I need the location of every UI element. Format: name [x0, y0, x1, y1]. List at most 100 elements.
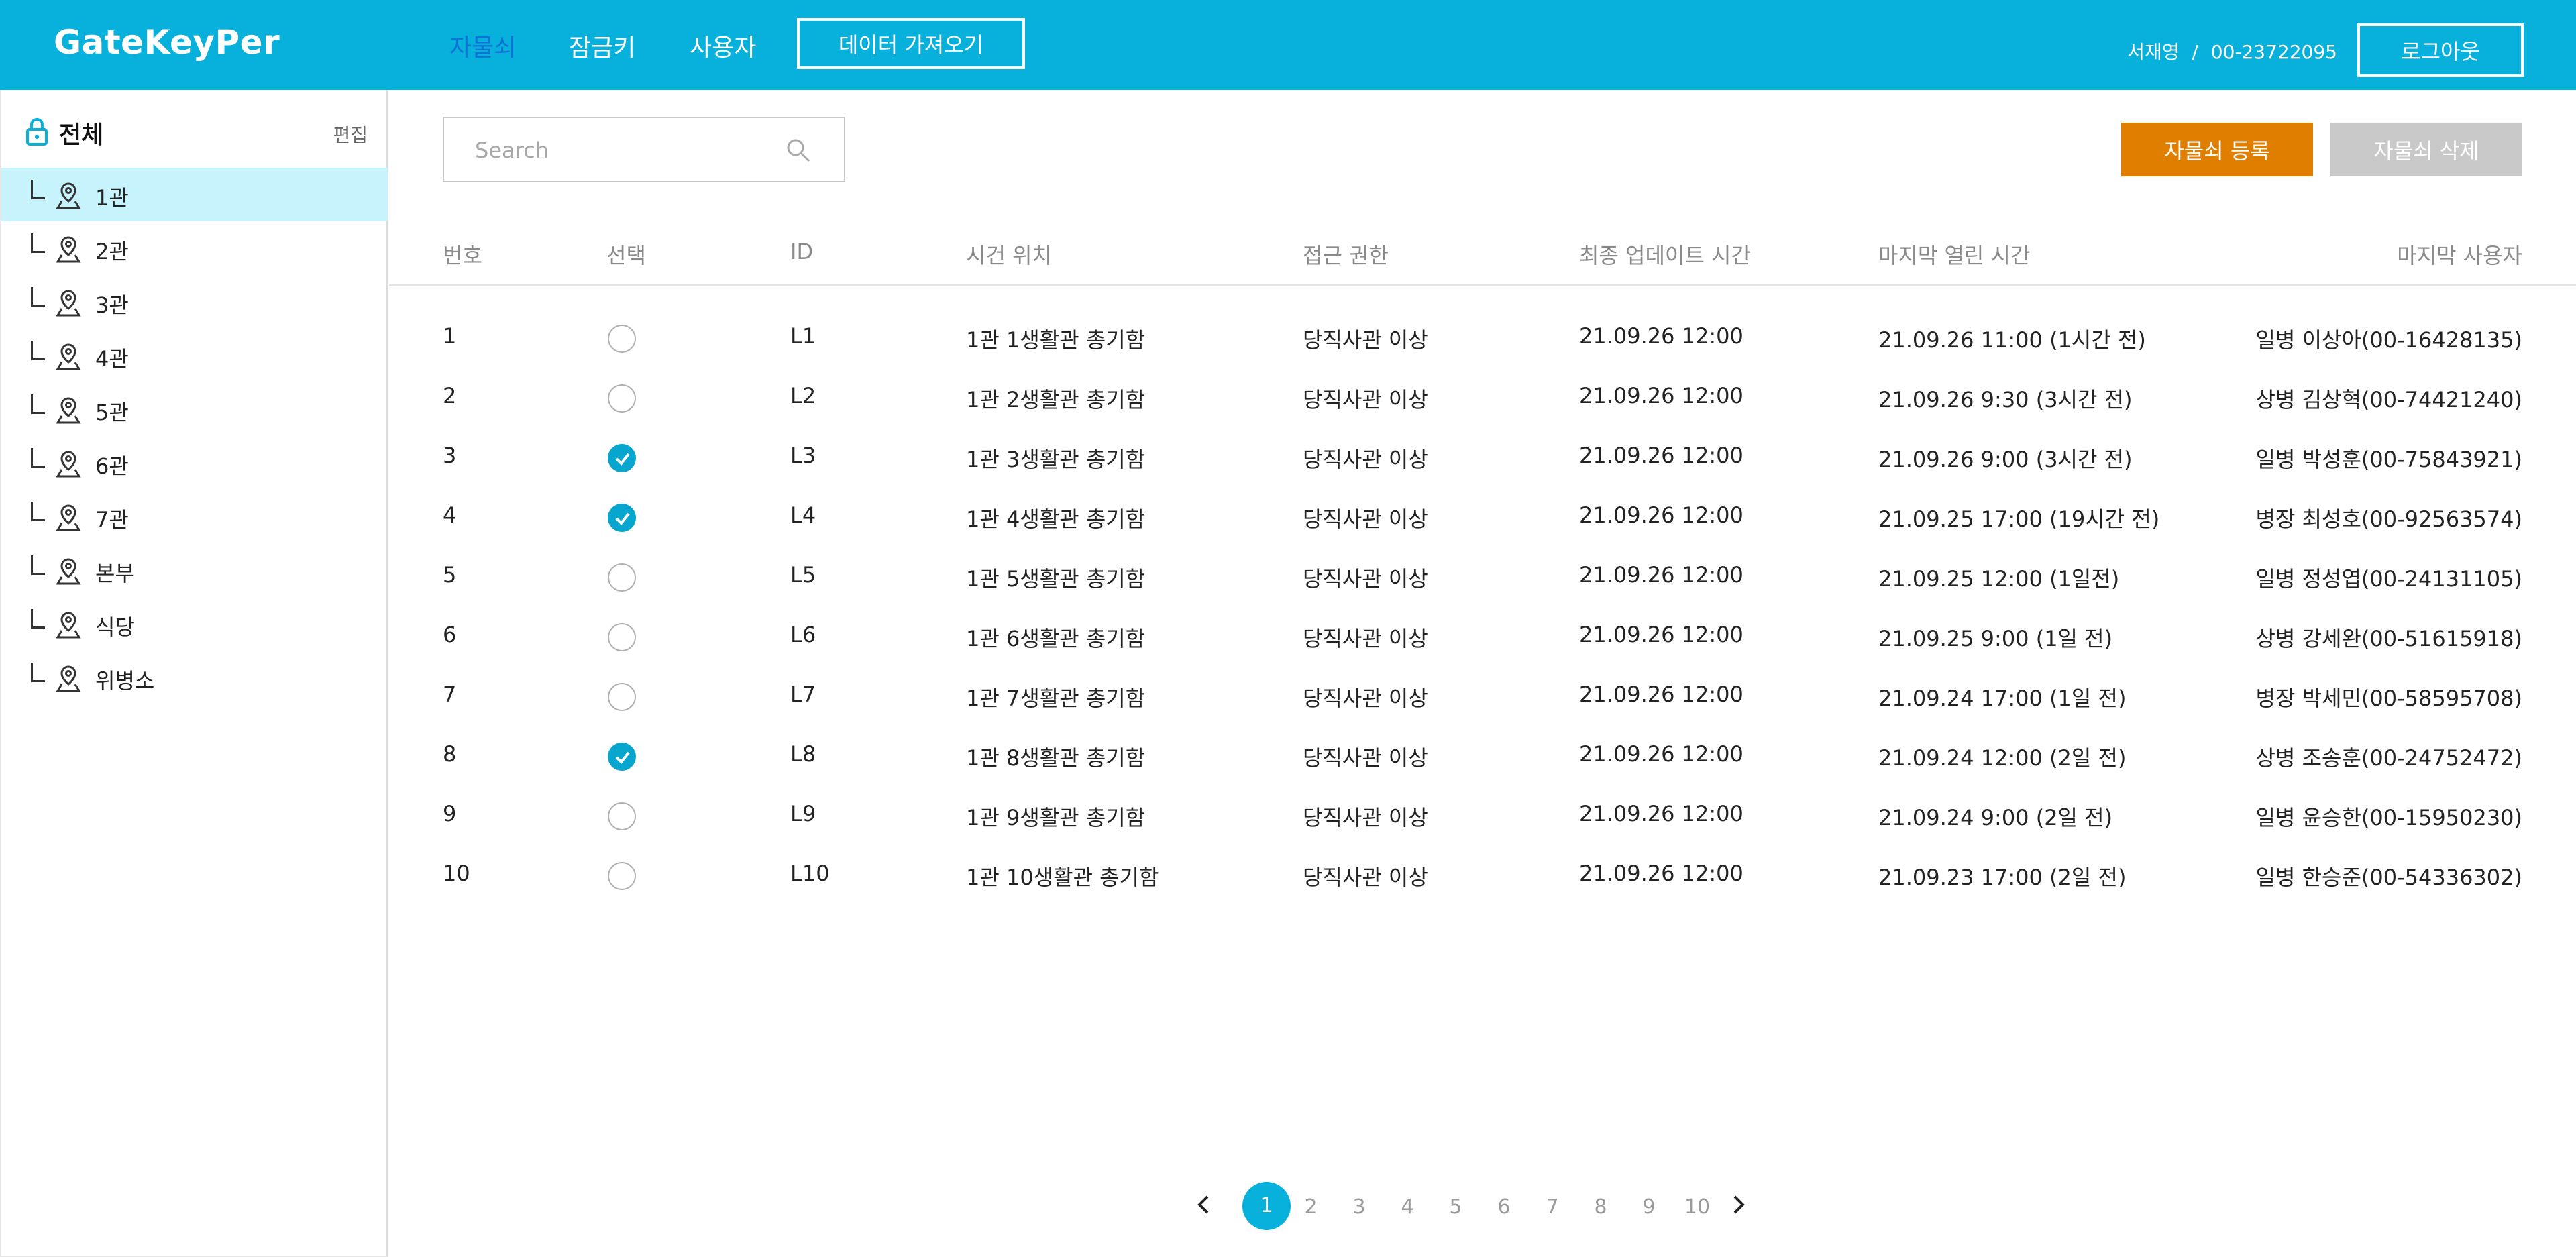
- sidebar-edit-link[interactable]: 편집: [333, 121, 368, 148]
- row-select-checkbox[interactable]: [608, 623, 636, 651]
- sidebar-item-label: 6관: [95, 453, 129, 479]
- checkmark-icon: [615, 512, 630, 526]
- location-pin-icon: [55, 396, 82, 425]
- sidebar-item[interactable]: 6관: [1, 436, 388, 490]
- cell-updated: 21.09.26 12:00: [1579, 383, 1743, 408]
- search-icon[interactable]: [785, 137, 812, 164]
- cell-last-opened: 21.09.25 9:00 (1일 전): [1878, 626, 2113, 651]
- page-number-4[interactable]: 4: [1387, 1195, 1428, 1219]
- nav-tab-users[interactable]: 사용자: [690, 28, 756, 63]
- tree-branch-icon: [31, 663, 45, 682]
- sidebar-item[interactable]: 위병소: [1, 651, 388, 704]
- tree-branch-icon: [31, 233, 45, 253]
- table-row[interactable]: 9 L9 1관 9생활관 총기함 당직사관 이상 21.09.26 12:00 21.09…: [389, 786, 2576, 846]
- cell-last-user: 일병 한승준(00-54336302): [2255, 865, 2522, 890]
- cell-last-user: 병장 박세민(00-58595708): [2255, 686, 2522, 711]
- cell-number: 2: [443, 383, 457, 408]
- table-row[interactable]: 10 L10 1관 10생활관 총기함 당직사관 이상 21.09.26 12:00 21…: [389, 846, 2576, 906]
- cell-last-opened: 21.09.24 9:00 (2일 전): [1878, 805, 2113, 830]
- sidebar-list: 1관 2관 3관 4관 5관 6관 7관 본부식당위병소: [1, 168, 388, 704]
- prev-page-icon[interactable]: [1194, 1193, 1214, 1217]
- delete-lock-button[interactable]: 자물쇠 삭제: [2330, 123, 2522, 176]
- page-number-10[interactable]: 10: [1677, 1195, 1717, 1219]
- sidebar-item[interactable]: 2관: [1, 221, 388, 275]
- row-select-checkbox[interactable]: [608, 444, 636, 472]
- row-select-checkbox[interactable]: [608, 683, 636, 711]
- cell-access: 당직사관 이상: [1303, 626, 1428, 651]
- sidebar-title[interactable]: 전체: [59, 115, 103, 150]
- table-row[interactable]: 8 L8 1관 8생활관 총기함 당직사관 이상 21.09.26 12:00 21.09…: [389, 726, 2576, 786]
- nav-tab-locks[interactable]: 자물쇠: [449, 28, 516, 63]
- sidebar-item[interactable]: 식당: [1, 597, 388, 651]
- table-row[interactable]: 2 L2 1관 2생활관 총기함 당직사관 이상 21.09.26 12:00 21.09…: [389, 368, 2576, 428]
- cell-last-opened: 21.09.24 12:00 (2일 전): [1878, 745, 2127, 771]
- page-number-5[interactable]: 5: [1436, 1195, 1476, 1219]
- cell-id: L6: [790, 622, 816, 647]
- cell-last-user: 일병 정성엽(00-24131105): [2255, 566, 2522, 592]
- page-number-7[interactable]: 7: [1532, 1195, 1572, 1219]
- sidebar-item[interactable]: 1관: [1, 168, 388, 221]
- sidebar-item[interactable]: 본부: [1, 543, 388, 597]
- cell-number: 4: [443, 502, 457, 528]
- cell-updated: 21.09.26 12:00: [1579, 562, 1743, 588]
- cell-access: 당직사관 이상: [1303, 387, 1428, 413]
- col-header-number: 번호: [443, 243, 482, 268]
- table-row[interactable]: 1 L1 1관 1생활관 총기함 당직사관 이상 21.09.26 12:00 21.09…: [389, 309, 2576, 368]
- row-select-checkbox[interactable]: [608, 802, 636, 830]
- cell-updated: 21.09.26 12:00: [1579, 861, 1743, 886]
- page-number-8[interactable]: 8: [1580, 1195, 1621, 1219]
- location-pin-icon: [55, 664, 82, 694]
- register-lock-button[interactable]: 자물쇠 등록: [2121, 123, 2313, 176]
- page-number-1[interactable]: 1: [1242, 1182, 1291, 1230]
- import-data-button[interactable]: 데이터 가져오기: [797, 18, 1025, 69]
- cell-location: 1관 3생활관 총기함: [966, 447, 1146, 472]
- cell-id: L3: [790, 443, 816, 468]
- sidebar-item[interactable]: 7관: [1, 490, 388, 543]
- cell-last-user: 상병 강세완(00-51615918): [2255, 626, 2522, 651]
- tree-branch-icon: [31, 448, 45, 468]
- sidebar-item[interactable]: 5관: [1, 382, 388, 436]
- sidebar-item-label: 식당: [95, 614, 135, 640]
- cell-id: L7: [790, 681, 816, 707]
- row-select-checkbox[interactable]: [608, 325, 636, 353]
- cell-location: 1관 5생활관 총기함: [966, 566, 1146, 592]
- app-logo[interactable]: GateKeyPer: [54, 23, 280, 62]
- cell-id: L8: [790, 741, 816, 767]
- cell-number: 8: [443, 741, 457, 767]
- cell-number: 5: [443, 562, 457, 588]
- row-select-checkbox[interactable]: [608, 563, 636, 592]
- cell-id: L10: [790, 861, 830, 886]
- nav-tab-keys[interactable]: 잠금키: [569, 28, 635, 63]
- page-number-9[interactable]: 9: [1629, 1195, 1669, 1219]
- cell-last-opened: 21.09.24 17:00 (1일 전): [1878, 686, 2127, 711]
- cell-access: 당직사관 이상: [1303, 686, 1428, 711]
- cell-number: 6: [443, 622, 457, 647]
- sidebar-item[interactable]: 4관: [1, 329, 388, 382]
- cell-location: 1관 9생활관 총기함: [966, 805, 1146, 830]
- table-row[interactable]: 4 L4 1관 4생활관 총기함 당직사관 이상 21.09.26 12:00 21.09…: [389, 488, 2576, 547]
- table-row[interactable]: 6 L6 1관 6생활관 총기함 당직사관 이상 21.09.26 12:00 21.09…: [389, 607, 2576, 667]
- cell-last-user: 일병 이상아(00-16428135): [2255, 327, 2522, 353]
- user-info: 서재영 / 00-23722095: [2127, 38, 2337, 64]
- cell-location: 1관 10생활관 총기함: [966, 865, 1159, 890]
- cell-number: 7: [443, 681, 457, 707]
- search-input[interactable]: [444, 118, 798, 182]
- cell-updated: 21.09.26 12:00: [1579, 801, 1743, 826]
- row-select-checkbox[interactable]: [608, 743, 636, 771]
- table-row[interactable]: 3 L3 1관 3생활관 총기함 당직사관 이상 21.09.26 12:00 21.09…: [389, 428, 2576, 488]
- cell-location: 1관 4생활관 총기함: [966, 506, 1146, 532]
- logout-button[interactable]: 로그아웃: [2357, 23, 2524, 77]
- sidebar-item[interactable]: 3관: [1, 275, 388, 329]
- next-page-icon[interactable]: [1728, 1193, 1748, 1217]
- page-number-3[interactable]: 3: [1339, 1195, 1379, 1219]
- cell-location: 1관 2생활관 총기함: [966, 387, 1146, 413]
- table-row[interactable]: 7 L7 1관 7생활관 총기함 당직사관 이상 21.09.26 12:00 21.09…: [389, 667, 2576, 726]
- table-header: 번호 선택 ID 시건 위치 접근 권한 최종 업데이트 시간 마지막 열린 시…: [389, 227, 2576, 286]
- cell-access: 당직사관 이상: [1303, 805, 1428, 830]
- row-select-checkbox[interactable]: [608, 862, 636, 890]
- table-row[interactable]: 5 L5 1관 5생활관 총기함 당직사관 이상 21.09.26 12:00 21.09…: [389, 547, 2576, 607]
- page-number-6[interactable]: 6: [1484, 1195, 1524, 1219]
- row-select-checkbox[interactable]: [608, 384, 636, 413]
- page-number-2[interactable]: 2: [1291, 1195, 1331, 1219]
- row-select-checkbox[interactable]: [608, 504, 636, 532]
